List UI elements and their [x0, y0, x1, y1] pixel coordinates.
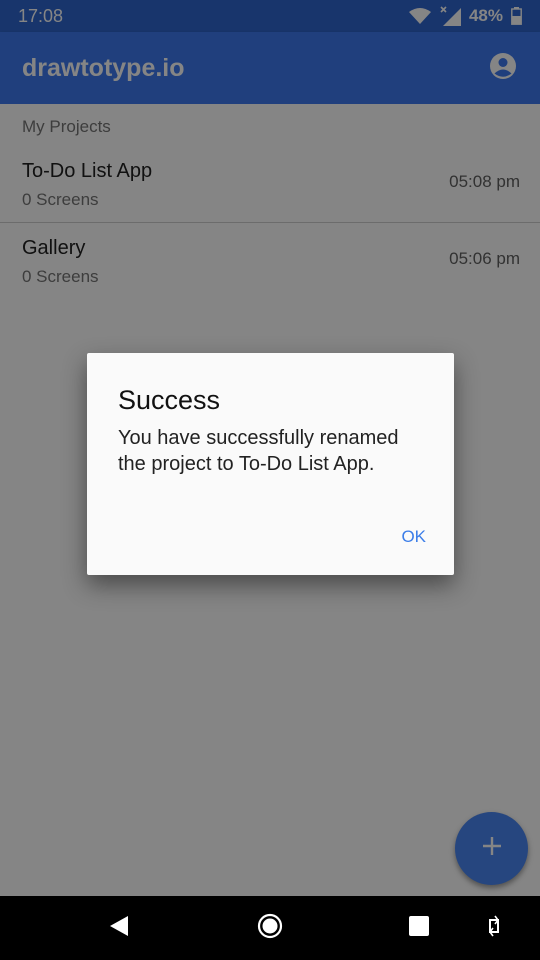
home-button[interactable]	[254, 912, 286, 944]
recents-button[interactable]	[403, 912, 435, 944]
dialog-message: You have successfully renamed the projec…	[118, 427, 399, 475]
home-icon	[257, 913, 283, 944]
dialog-title: Success	[118, 385, 221, 415]
navigation-bar	[0, 896, 540, 960]
success-dialog: Success You have successfully renamed th…	[87, 353, 454, 575]
ok-button[interactable]: OK	[395, 523, 432, 551]
rotate-button[interactable]	[478, 912, 510, 944]
back-icon	[109, 915, 129, 942]
rotate-icon	[485, 914, 503, 943]
back-button[interactable]	[103, 912, 135, 944]
recents-icon	[409, 915, 429, 941]
